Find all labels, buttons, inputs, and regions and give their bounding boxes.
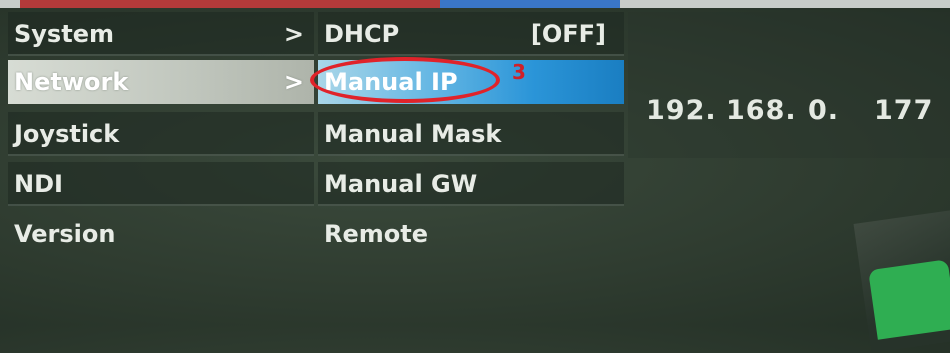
menu-item-label: System [14,20,114,48]
bezel-red-segment [20,0,440,8]
menu-item-manual-gw[interactable]: Manual GW [318,162,624,206]
ip-octet-2: 168. [726,95,797,126]
menu-item-label: Version [14,220,116,248]
submenu-arrow-icon: > [283,20,304,48]
menu-item-label: Joystick [14,120,120,148]
green-object-face [868,259,950,340]
background-object [853,207,950,353]
submenu-arrow-icon: > [283,68,304,96]
annotation-number: 3 [512,60,526,84]
menu-item-manual-mask[interactable]: Manual Mask [318,112,624,156]
annotation-ellipse [310,57,500,103]
menu-item-label: Network [14,68,129,96]
dhcp-status-value: [OFF] [530,20,606,48]
top-bezel-strip [0,0,950,8]
menu-item-label: DHCP [324,20,400,48]
menu-item-dhcp[interactable]: DHCP [OFF] [318,12,624,56]
ip-octet-4: 177 [874,95,934,126]
bezel-blue-segment [440,0,620,8]
value-panel [628,12,950,158]
menu-item-label: Manual GW [324,170,478,198]
menu-item-system[interactable]: System > [8,12,314,56]
menu-item-label: NDI [14,170,63,198]
menu-item-label: Manual Mask [324,120,502,148]
menu-item-version[interactable]: Version [8,212,314,256]
menu-item-joystick[interactable]: Joystick [8,112,314,156]
menu-item-network[interactable]: Network > [8,60,314,104]
menu-item-label: Remote [324,220,429,248]
menu-item-ndi[interactable]: NDI [8,162,314,206]
ip-octet-3: 0. [808,95,840,126]
ip-octet-1: 192. [646,95,717,126]
menu-item-remote[interactable]: Remote [318,212,624,256]
